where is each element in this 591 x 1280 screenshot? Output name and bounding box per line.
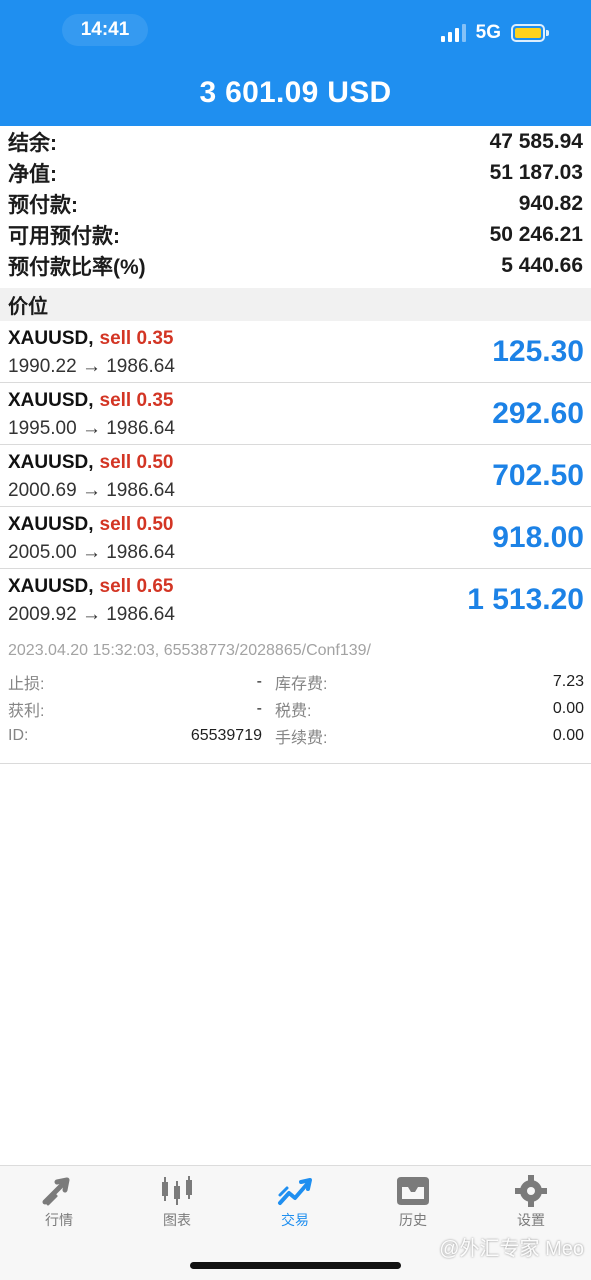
- position-profit: 125.30: [492, 335, 584, 368]
- trend-icon: [278, 1178, 312, 1205]
- position-symbol-line: XAUUSD, sell 0.35: [8, 390, 173, 412]
- summary-label: 预付款比率(%): [8, 255, 146, 279]
- summary-label: 净值:: [8, 162, 57, 186]
- summary-label: 结余:: [8, 131, 57, 155]
- battery-icon: [511, 24, 549, 42]
- detail-id: ID: 65539719: [8, 726, 262, 746]
- summary-row: 预付款: 940.82: [0, 188, 591, 219]
- candlestick-icon: [162, 1176, 192, 1205]
- position-side: sell 0.35: [99, 328, 174, 349]
- nav-label: 行情: [45, 1212, 73, 1228]
- detail-value: 65539719: [190, 727, 262, 744]
- position-row[interactable]: XAUUSD, sell 0.35 1995.00 → 1986.64 292.6…: [0, 383, 591, 445]
- account-summary: 结余: 47 585.94 净值: 51 187.03 预付款: 940.82 …: [0, 126, 591, 281]
- balance-title: 3 601.09 USD: [199, 76, 392, 109]
- position-side: sell 0.50: [99, 514, 174, 535]
- summary-label: 预付款:: [8, 193, 78, 217]
- summary-value: 50 246.21: [489, 222, 583, 246]
- position-symbol-line: XAUUSD, sell 0.50: [8, 452, 173, 474]
- nav-label: 交易: [281, 1212, 309, 1228]
- nav-history[interactable]: 历史: [354, 1174, 472, 1238]
- arrows-icon: [42, 1177, 70, 1206]
- position-row-expanded[interactable]: XAUUSD, sell 0.65 2009.92 → 1986.64 1 513…: [0, 569, 591, 631]
- detail-value: 0.00: [552, 700, 584, 717]
- network-label: 5G: [475, 22, 501, 43]
- detail-tax: 税费: 0.00: [262, 699, 584, 720]
- inbox-icon: [397, 1177, 429, 1205]
- position-symbol-line: XAUUSD, sell 0.65: [8, 576, 173, 598]
- detail-swap: 库存费: 7.23: [262, 672, 584, 693]
- status-time: 14:41: [62, 14, 148, 46]
- detail-label: 止损:: [8, 676, 45, 693]
- position-symbol: XAUUSD,: [8, 514, 94, 535]
- detail-take-profit: 获利: -: [8, 699, 262, 720]
- nav-charts[interactable]: 图表: [118, 1174, 236, 1238]
- summary-value: 47 585.94: [489, 129, 583, 153]
- nav-label: 图表: [163, 1212, 191, 1228]
- nav-label: 历史: [399, 1212, 427, 1228]
- position-side: sell 0.50: [99, 452, 174, 473]
- positions-list: XAUUSD, sell 0.35 1990.22 → 1986.64 125.3…: [0, 321, 591, 631]
- position-profit: 1 513.20: [467, 583, 584, 616]
- summary-label: 可用预付款:: [8, 224, 120, 248]
- positions-header-label: 价位: [8, 296, 48, 318]
- position-profit: 918.00: [492, 521, 584, 554]
- summary-row: 预付款比率(%) 5 440.66: [0, 250, 591, 281]
- detail-value: 0.00: [552, 727, 584, 744]
- detail-value: 7.23: [552, 673, 584, 690]
- position-prices: 2005.00 → 1986.64: [8, 542, 175, 563]
- position-side: sell 0.65: [99, 576, 174, 597]
- position-symbol: XAUUSD,: [8, 452, 94, 473]
- signal-icon: [440, 24, 466, 42]
- summary-row: 可用预付款: 50 246.21: [0, 219, 591, 250]
- summary-row: 净值: 51 187.03: [0, 157, 591, 188]
- summary-value: 940.82: [518, 191, 583, 215]
- summary-row: 结余: 47 585.94: [0, 126, 591, 157]
- gear-icon: [515, 1175, 547, 1207]
- position-prices: 2000.69 → 1986.64: [8, 480, 175, 501]
- position-prices: 1990.22 → 1986.64: [8, 356, 175, 377]
- positions-header: 价位: [0, 288, 591, 321]
- position-meta: 2023.04.20 15:32:03, 65538773/2028865/Co…: [8, 642, 371, 659]
- position-prices: 2009.92 → 1986.64: [8, 604, 175, 625]
- nav-settings[interactable]: 设置: [472, 1174, 590, 1238]
- detail-label: 库存费:: [275, 676, 328, 693]
- position-details: 2023.04.20 15:32:03, 65538773/2028865/Co…: [0, 634, 591, 764]
- position-row[interactable]: XAUUSD, sell 0.50 2005.00 → 1986.64 918.0…: [0, 507, 591, 569]
- position-side: sell 0.35: [99, 390, 174, 411]
- detail-label: 税费:: [275, 703, 312, 720]
- detail-label: ID:: [8, 727, 29, 744]
- position-profit: 702.50: [492, 459, 584, 492]
- summary-value: 51 187.03: [489, 160, 583, 184]
- watermark: @外汇专家 Meo: [439, 1238, 584, 1260]
- detail-label: 获利:: [8, 703, 45, 720]
- position-symbol-line: XAUUSD, sell 0.50: [8, 514, 173, 536]
- position-row[interactable]: XAUUSD, sell 0.50 2000.69 → 1986.64 702.5…: [0, 445, 591, 507]
- position-symbol-line: XAUUSD, sell 0.35: [8, 328, 173, 350]
- nav-trade[interactable]: 交易: [236, 1174, 354, 1238]
- top-bar: 14:41 5G 3 601.09 USD: [0, 0, 591, 126]
- position-prices: 1995.00 → 1986.64: [8, 418, 175, 439]
- detail-label: 手续费:: [275, 730, 328, 747]
- position-symbol: XAUUSD,: [8, 576, 94, 597]
- position-row[interactable]: XAUUSD, sell 0.35 1990.22 → 1986.64 125.3…: [0, 321, 591, 383]
- home-indicator: [190, 1262, 401, 1269]
- nav-label: 设置: [517, 1212, 545, 1228]
- position-profit: 292.60: [492, 397, 584, 430]
- position-symbol: XAUUSD,: [8, 390, 94, 411]
- detail-commission: 手续费: 0.00: [262, 726, 584, 747]
- summary-value: 5 440.66: [501, 253, 583, 277]
- nav-quotes[interactable]: 行情: [0, 1174, 118, 1238]
- status-indicators: 5G: [440, 22, 549, 44]
- details-grid: 止损: - 库存费: 7.23 获利: - 税费: 0.00 ID: 65539…: [8, 672, 584, 747]
- detail-stop-loss: 止损: -: [8, 672, 262, 693]
- position-symbol: XAUUSD,: [8, 328, 94, 349]
